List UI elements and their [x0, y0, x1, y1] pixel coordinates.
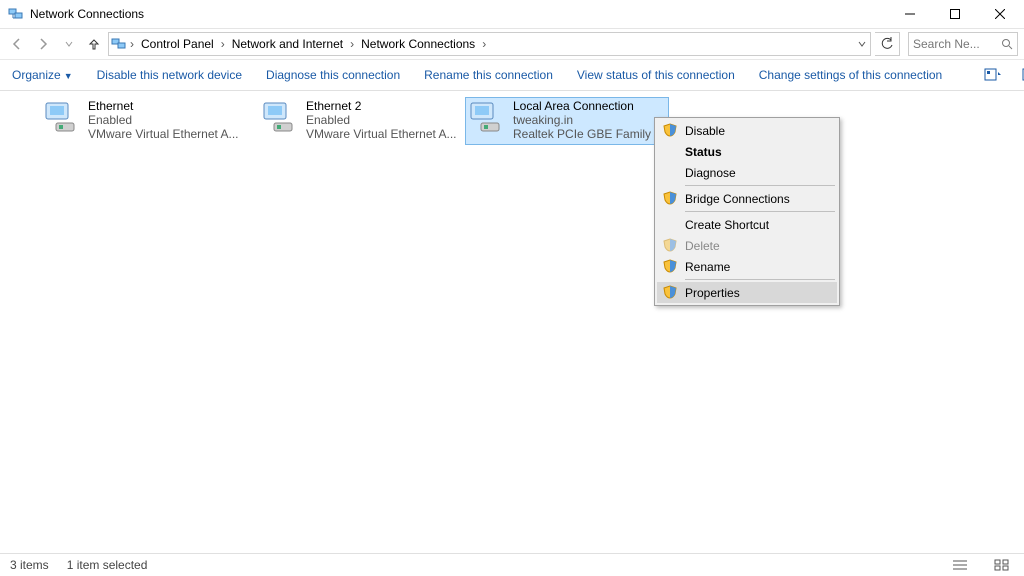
rename-button[interactable]: Rename this connection — [422, 65, 555, 85]
refresh-button[interactable] — [875, 32, 900, 56]
context-menu: Disable Status Diagnose Bridge Connectio… — [654, 117, 840, 306]
connection-device: VMware Virtual Ethernet A... — [306, 127, 475, 141]
view-options-button[interactable] — [984, 64, 1002, 86]
menu-separator — [685, 211, 835, 212]
organize-button[interactable]: Organize▼ — [10, 65, 75, 85]
breadcrumb-root-icon[interactable] — [111, 36, 127, 52]
up-button[interactable] — [84, 33, 104, 55]
network-adapter-icon — [260, 99, 300, 139]
chevron-right-icon[interactable]: › — [220, 37, 226, 51]
network-adapter-icon — [467, 99, 507, 139]
search-icon — [1001, 38, 1013, 50]
menu-diagnose[interactable]: Diagnose — [657, 162, 837, 183]
menu-status[interactable]: Status — [657, 141, 837, 162]
menu-separator — [685, 185, 835, 186]
search-input[interactable]: Search Ne... — [908, 32, 1018, 56]
menu-create-shortcut[interactable]: Create Shortcut — [657, 214, 837, 235]
chevron-right-icon[interactable]: › — [481, 37, 487, 51]
connection-device: Realtek PCIe GBE Family C... — [513, 127, 667, 141]
connection-name: Ethernet — [88, 99, 257, 113]
connection-device: VMware Virtual Ethernet A... — [88, 127, 257, 141]
forward-button[interactable] — [32, 33, 54, 55]
chevron-right-icon[interactable]: › — [129, 37, 135, 51]
connection-status: Enabled — [88, 113, 257, 127]
search-placeholder: Search Ne... — [913, 37, 1001, 51]
disable-device-button[interactable]: Disable this network device — [95, 65, 244, 85]
shield-icon — [663, 191, 677, 205]
title-bar: Network Connections — [0, 0, 1024, 29]
diagnose-button[interactable]: Diagnose this connection — [264, 65, 402, 85]
menu-properties[interactable]: Properties — [657, 282, 837, 303]
maximize-button[interactable] — [932, 0, 977, 28]
address-dropdown-button[interactable] — [856, 40, 868, 48]
breadcrumb-control-panel[interactable]: Control Panel — [137, 36, 218, 52]
shield-icon — [663, 285, 677, 299]
minimize-button[interactable] — [887, 0, 932, 28]
connection-name: Ethernet 2 — [306, 99, 475, 113]
content-area[interactable]: Ethernet Enabled VMware Virtual Ethernet… — [0, 91, 1024, 561]
large-icons-view-button[interactable] — [990, 556, 1014, 574]
close-button[interactable] — [977, 0, 1022, 28]
menu-delete: Delete — [657, 235, 837, 256]
network-adapter-icon — [42, 99, 82, 139]
connection-name: Local Area Connection — [513, 99, 667, 113]
window-title: Network Connections — [30, 7, 144, 21]
network-connections-icon — [8, 6, 24, 22]
breadcrumb-network-internet[interactable]: Network and Internet — [228, 36, 347, 52]
status-bar: 3 items 1 item selected — [0, 553, 1024, 576]
breadcrumb[interactable]: › Control Panel › Network and Internet ›… — [108, 32, 871, 56]
view-status-button[interactable]: View status of this connection — [575, 65, 737, 85]
chevron-right-icon[interactable]: › — [349, 37, 355, 51]
status-item-count: 3 items — [10, 558, 49, 572]
address-bar: › Control Panel › Network and Internet ›… — [0, 29, 1024, 60]
menu-separator — [685, 279, 835, 280]
shield-icon — [663, 259, 677, 273]
connection-item-ethernet2[interactable]: Ethernet 2 Enabled VMware Virtual Ethern… — [258, 97, 477, 145]
menu-bridge[interactable]: Bridge Connections — [657, 188, 837, 209]
connection-item-ethernet[interactable]: Ethernet Enabled VMware Virtual Ethernet… — [40, 97, 259, 145]
connection-item-local-area[interactable]: Local Area Connection tweaking.in Realte… — [465, 97, 669, 145]
connection-status: Enabled — [306, 113, 475, 127]
back-button[interactable] — [6, 33, 28, 55]
status-selected-count: 1 item selected — [67, 558, 148, 572]
command-bar: Organize▼ Disable this network device Di… — [0, 60, 1024, 91]
shield-icon — [663, 123, 677, 137]
menu-rename[interactable]: Rename — [657, 256, 837, 277]
recent-locations-button[interactable] — [58, 33, 80, 55]
connection-status: tweaking.in — [513, 113, 667, 127]
breadcrumb-network-connections[interactable]: Network Connections — [357, 36, 479, 52]
menu-disable[interactable]: Disable — [657, 120, 837, 141]
details-view-button[interactable] — [948, 556, 972, 574]
shield-icon — [663, 238, 677, 252]
change-settings-button[interactable]: Change settings of this connection — [757, 65, 944, 85]
